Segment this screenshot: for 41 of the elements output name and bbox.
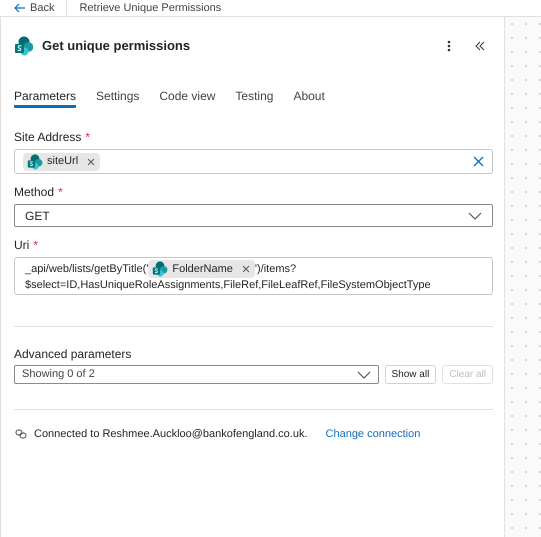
tab[interactable]: About bbox=[293, 86, 325, 108]
uri-text: _api/web/lists/getByTitle(' bbox=[25, 262, 148, 277]
sharepoint-icon bbox=[27, 154, 43, 170]
back-button[interactable]: Back bbox=[14, 0, 68, 16]
site-url-token[interactable]: siteUrl bbox=[23, 152, 100, 170]
token-label: FolderName bbox=[172, 262, 233, 277]
arrow-left-icon bbox=[14, 3, 26, 13]
advanced-button[interactable]: Show all bbox=[384, 365, 436, 384]
field-label: Uri bbox=[14, 237, 30, 254]
uri-field[interactable]: _api/web/lists/getByTitle(' FolderName ')/items? $select=ID,HasUniqueRoleAssignments,FileRef,FileLeafRef,FileSystemObjectType bbox=[14, 257, 493, 295]
action-title: Get unique permissions bbox=[42, 37, 190, 56]
field-label: Site Address bbox=[14, 129, 82, 146]
close-icon[interactable] bbox=[240, 264, 251, 274]
chevron-down-icon bbox=[468, 212, 482, 220]
advanced-select[interactable]: Showing 0 of 2 bbox=[14, 365, 378, 384]
required-mark: * bbox=[33, 237, 38, 254]
collapse-icon[interactable] bbox=[475, 41, 485, 51]
required-mark: * bbox=[58, 184, 63, 201]
required-mark: * bbox=[85, 129, 90, 146]
tab[interactable]: Testing bbox=[235, 86, 274, 108]
site-address-field[interactable]: siteUrl bbox=[14, 149, 493, 174]
more-options-icon[interactable] bbox=[447, 40, 451, 52]
uri-text: ')/items? bbox=[254, 262, 296, 277]
token-label: siteUrl bbox=[47, 154, 78, 170]
field-label: Method bbox=[14, 184, 54, 201]
method-select[interactable]: GET bbox=[14, 204, 493, 227]
chevron-down-icon bbox=[356, 370, 370, 378]
tab[interactable]: Parameters bbox=[14, 86, 76, 108]
tab[interactable]: Settings bbox=[96, 86, 140, 108]
sharepoint-icon bbox=[152, 261, 168, 277]
clear-icon[interactable] bbox=[473, 156, 484, 167]
folder-name-token[interactable]: FolderName bbox=[148, 260, 255, 278]
link-icon bbox=[15, 429, 27, 440]
uri-text: $select=ID,HasUniqueRoleAssignments,FileRef,FileLeafRef,FileSystemObjectType bbox=[25, 278, 431, 293]
close-icon[interactable] bbox=[86, 156, 96, 166]
flow-title: Retrieve Unique Permissions bbox=[78, 0, 222, 16]
connection-text: Connected to Reshmee.Auckloo@bankofengland.co.uk. bbox=[34, 427, 308, 442]
change-connection-link[interactable]: Change connection bbox=[326, 426, 420, 442]
sharepoint-icon bbox=[14, 36, 34, 56]
advanced-label: Advanced parameters bbox=[14, 347, 132, 361]
tab[interactable]: Code view bbox=[159, 86, 216, 108]
